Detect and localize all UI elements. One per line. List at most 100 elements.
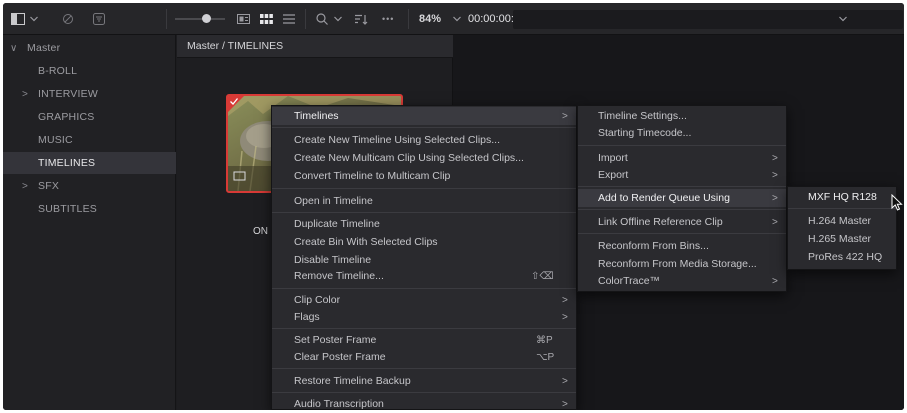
menu-item-create-new-timeline[interactable]: Create New Timeline Using Selected Clips… [272,131,576,149]
menu-item-link-offline-reference[interactable]: Link Offline Reference Clip > [578,213,786,231]
menu-item-label: MXF HQ R128 [808,191,877,203]
panel-toggle-icon[interactable] [11,3,25,35]
menu-item-starting-timecode[interactable]: Starting Timecode... [578,124,786,142]
chevron-right-icon[interactable]: > [22,181,28,192]
menu-item-add-to-render-queue[interactable]: Add to Render Queue Using > [578,189,786,207]
menu-divider [578,233,786,234]
zoom-level[interactable]: 84% [419,3,441,35]
menu-item-label: Create New Multicam Clip Using Selected … [294,152,524,164]
menu-item-import[interactable]: Import > [578,149,786,167]
thumbnail-view-icon[interactable] [237,3,250,35]
menu-divider [272,328,576,329]
menu-item-clear-poster-frame[interactable]: Clear Poster Frame ⌥P [272,348,576,366]
menu-item-export[interactable]: Export > [578,166,786,184]
grid-view-icon[interactable] [260,3,273,35]
menu-item-label: Timelines [294,110,339,122]
chevron-right-icon: > [562,110,568,122]
menu-item-flags[interactable]: Flags > [272,308,576,326]
menu-item-label: Reconform From Bins... [598,240,709,252]
menu-divider [578,145,786,146]
menu-item-create-bin[interactable]: Create Bin With Selected Clips [272,233,576,251]
sidebar-item-label: TIMELINES [38,157,96,169]
menu-item-label: ProRes 422 HQ [808,251,883,263]
toolbar: ••• 84% 00:00:00:01 [3,3,904,35]
menu-item-audio-transcription[interactable]: Audio Transcription > [272,395,576,410]
chevron-down-icon[interactable] [30,3,38,35]
search-icon[interactable] [316,3,328,35]
timeline-selector-chevron-icon[interactable] [839,3,847,35]
checkmark-icon [230,98,238,105]
menu-item-duplicate-timeline[interactable]: Duplicate Timeline [272,215,576,233]
zoom-slider[interactable] [175,18,225,20]
menu-item-prores-422-hq[interactable]: ProRes 422 HQ [788,248,896,266]
zoom-slider-handle[interactable] [202,14,211,23]
menu-divider [272,212,576,213]
sidebar-item-subtitles[interactable]: SUBTITLES [3,198,176,220]
menu-item-label: H.265 Master [808,233,872,245]
metadata-icon[interactable] [62,3,74,35]
zoom-chevron-icon[interactable] [453,3,461,35]
menu-divider [788,208,896,209]
sidebar-item-timelines[interactable]: TIMELINES [3,152,176,174]
thumbnail-label: ON [253,226,268,237]
menu-item-h265-master[interactable]: H.265 Master [788,230,896,248]
chevron-right-icon[interactable]: > [22,89,28,100]
menu-divider [272,288,576,289]
menu-item-label: Starting Timecode... [598,127,692,139]
sidebar-item-label: MUSIC [38,134,73,146]
chevron-right-icon: > [772,192,778,204]
sidebar-item-label: GRAPHICS [38,111,95,123]
menu-item-colortrace[interactable]: ColorTrace™ > [578,272,786,290]
menu-item-label: Reconform From Media Storage... [598,258,757,270]
menu-item-reconform-media-storage[interactable]: Reconform From Media Storage... [578,255,786,273]
sidebar-item-b-roll[interactable]: B-ROLL [3,60,176,82]
menu-item-label: Duplicate Timeline [294,218,380,230]
menu-item-label: Open in Timeline [294,195,373,207]
sort-icon[interactable] [355,3,368,35]
menu-item-restore-backup[interactable]: Restore Timeline Backup > [272,372,576,390]
menu-item-timeline-settings[interactable]: Timeline Settings... [578,107,786,125]
app-window: ••• 84% 00:00:00:01 ∨ Master B-ROLL > IN… [3,3,904,410]
chevron-right-icon: > [562,311,568,323]
shortcut-label: ⌘P [536,334,553,346]
more-options-icon[interactable]: ••• [382,3,394,35]
menu-item-convert-to-multicam[interactable]: Convert Timeline to Multicam Clip [272,167,576,185]
menu-item-label: Timeline Settings... [598,110,687,122]
menu-item-label: Flags [294,311,320,323]
menu-item-label: Set Poster Frame [294,334,377,346]
sidebar-item-music[interactable]: MUSIC [3,129,176,151]
sidebar-item-label: SFX [38,180,60,192]
chevron-right-icon: > [772,216,778,228]
menu-item-reconform-bins[interactable]: Reconform From Bins... [578,237,786,255]
chevron-down-icon[interactable]: ∨ [10,43,18,54]
filter-icon[interactable] [93,3,105,35]
menu-item-timelines[interactable]: Timelines > [272,107,576,125]
menu-item-open-in-timeline[interactable]: Open in Timeline [272,192,576,210]
menu-divider [272,127,576,128]
sidebar-item-label: INTERVIEW [38,88,98,100]
menu-item-label: Create Bin With Selected Clips [294,236,438,248]
menu-item-label: H.264 Master [808,215,872,227]
toolbar-divider [305,9,306,29]
chevron-right-icon: > [562,398,568,410]
sidebar-item-interview[interactable]: > INTERVIEW [3,83,176,105]
menu-item-label: Clip Color [294,294,341,306]
chevron-right-icon: > [562,294,568,306]
menu-item-h264-master[interactable]: H.264 Master [788,212,896,230]
list-view-icon[interactable] [283,3,295,35]
menu-item-label: ColorTrace™ [598,275,661,287]
menu-item-label: Audio Transcription [294,398,384,410]
menu-item-remove-timeline[interactable]: Remove Timeline... ⇧⌫ [272,267,576,285]
sidebar-item-label: SUBTITLES [38,203,97,215]
sidebar-item-master[interactable]: ∨ Master [3,37,176,59]
sidebar-item-sfx[interactable]: > SFX [3,175,176,197]
menu-item-create-multicam[interactable]: Create New Multicam Clip Using Selected … [272,149,576,167]
bin-sidebar: ∨ Master B-ROLL > INTERVIEW GRAPHICS MUS… [3,35,176,410]
menu-item-set-poster-frame[interactable]: Set Poster Frame ⌘P [272,331,576,349]
sidebar-item-graphics[interactable]: GRAPHICS [3,106,176,128]
chevron-right-icon: > [772,152,778,164]
menu-item-label: Add to Render Queue Using [598,192,730,204]
menu-item-mxf-hq-r128[interactable]: MXF HQ R128 [788,188,896,206]
menu-item-clip-color[interactable]: Clip Color > [272,291,576,309]
search-options-chevron-icon[interactable] [334,3,342,35]
